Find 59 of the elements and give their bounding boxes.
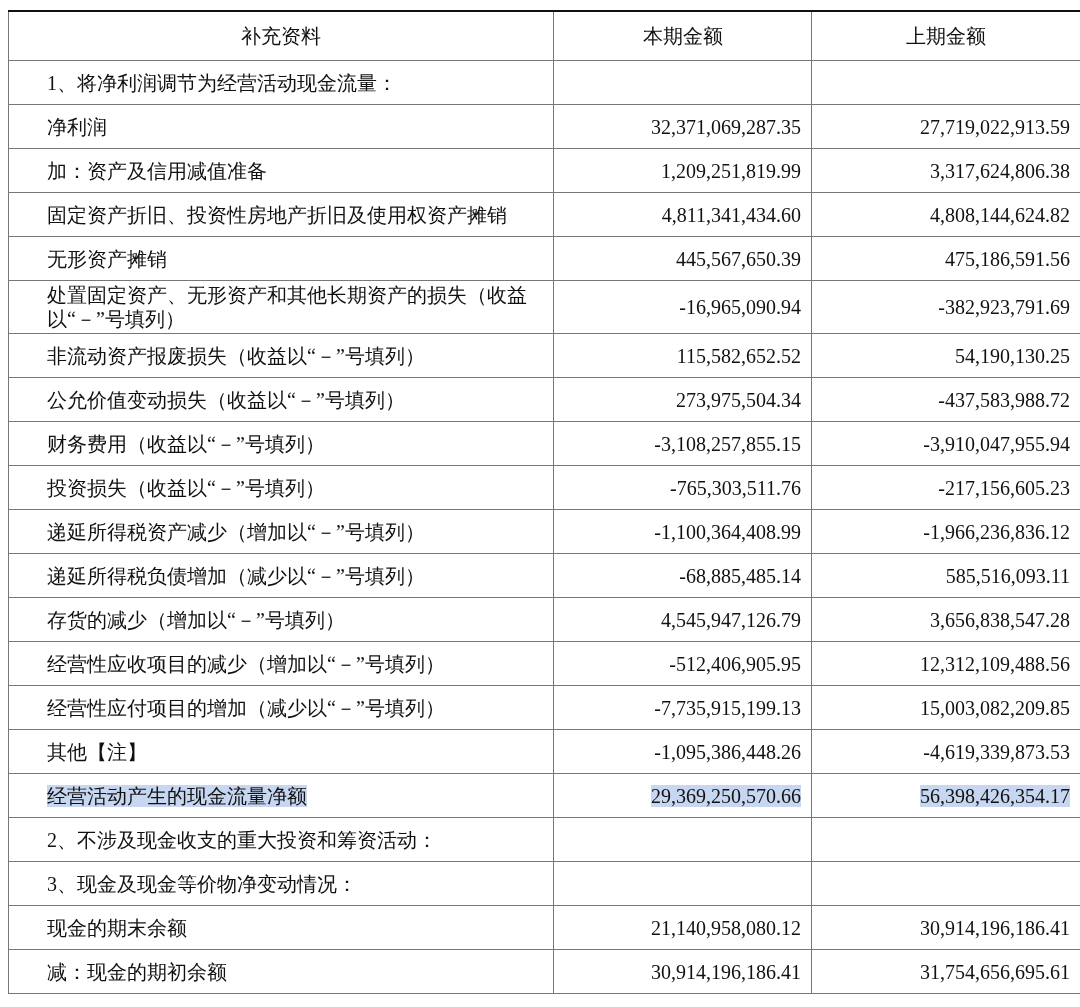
item-text: 非流动资产报废损失（收益以“－”号填列） <box>47 344 425 367</box>
amount-text: -382,923,791.69 <box>938 296 1070 318</box>
amount-text: 12,312,109,488.56 <box>920 652 1070 675</box>
amount-text: -7,735,915,199.13 <box>654 696 801 719</box>
amount-text: 4,811,341,434.60 <box>661 203 801 226</box>
amount-text: 56,398,426,354.17 <box>920 784 1070 807</box>
amount-text: 31,754,656,695.61 <box>920 960 1070 983</box>
item-text: 处置固定资产、无形资产和其他长期资产的损失（收益以“－”号填列） <box>47 284 527 330</box>
amount-text: 27,719,022,913.59 <box>920 115 1070 138</box>
column-header: 本期金额 <box>553 11 812 61</box>
item-text: 加：资产及信用减值准备 <box>47 159 267 182</box>
column-header: 补充资料 <box>8 11 554 61</box>
item-text: 经营性应付项目的增加（减少以“－”号填列） <box>47 696 445 719</box>
item-text: 财务费用（收益以“－”号填列） <box>47 432 325 455</box>
item-text: 净利润 <box>47 115 107 138</box>
item-text: 3、现金及现金等价物净变动情况： <box>47 872 357 895</box>
item-text: 无形资产摊销 <box>47 247 167 270</box>
amount-text: 1,209,251,819.99 <box>661 159 801 182</box>
amount-text: 273,975,504.34 <box>676 388 801 411</box>
item-text: 经营性应收项目的减少（增加以“－”号填列） <box>47 652 445 675</box>
item-text: 2、不涉及现金收支的重大投资和筹资活动： <box>47 828 437 851</box>
amount-text: -765,303,511.76 <box>670 476 801 499</box>
item-text: 递延所得税负债增加（减少以“－”号填列） <box>47 564 425 587</box>
item-text: 公允价值变动损失（收益以“－”号填列） <box>47 388 405 411</box>
amount-text: -1,095,386,448.26 <box>654 740 801 763</box>
amount-text: -437,583,988.72 <box>938 388 1070 411</box>
item-text: 现金的期末余额 <box>47 916 187 939</box>
amount-text: 32,371,069,287.35 <box>651 115 801 138</box>
item-text: 固定资产折旧、投资性房地产折旧及使用权资产摊销 <box>47 203 507 226</box>
amount-text: 29,369,250,570.66 <box>651 784 801 807</box>
amount-text: 15,003,082,209.85 <box>920 696 1070 719</box>
amount-text: 4,808,144,624.82 <box>930 203 1070 226</box>
item-text: 投资损失（收益以“－”号填列） <box>47 476 325 499</box>
amount-text: -512,406,905.95 <box>669 652 801 675</box>
amount-text: -3,910,047,955.94 <box>923 432 1070 455</box>
amount-text: 21,140,958,080.12 <box>651 916 801 939</box>
amount-text: -1,100,364,408.99 <box>654 520 801 543</box>
item-text: 减：现金的期初余额 <box>47 960 227 983</box>
amount-text: 30,914,196,186.41 <box>920 916 1070 939</box>
amount-text: 445,567,650.39 <box>676 247 801 270</box>
item-text: 经营活动产生的现金流量净额 <box>47 784 307 807</box>
item-text: 递延所得税资产减少（增加以“－”号填列） <box>47 520 425 543</box>
amount-text: -16,965,090.94 <box>679 296 801 318</box>
amount-text: -3,108,257,855.15 <box>654 432 801 455</box>
amount-text: 30,914,196,186.41 <box>651 960 801 983</box>
amount-text: -68,885,485.14 <box>679 564 801 587</box>
amount-text: 3,317,624,806.38 <box>930 159 1070 182</box>
amount-text: -1,966,236,836.12 <box>923 520 1070 543</box>
amount-text: 4,545,947,126.79 <box>661 608 801 631</box>
item-text: 其他【注】 <box>47 740 147 763</box>
item-text: 1、将净利润调节为经营活动现金流量： <box>47 71 397 94</box>
item-text: 存货的减少（增加以“－”号填列） <box>47 608 345 631</box>
amount-text: 54,190,130.25 <box>955 344 1070 367</box>
amount-text: -217,156,605.23 <box>938 476 1070 499</box>
amount-text: -4,619,339,873.53 <box>923 740 1070 763</box>
amount-text: 585,516,093.11 <box>945 564 1070 587</box>
amount-text: 115,582,652.52 <box>676 344 801 367</box>
amount-text: 3,656,838,547.28 <box>930 608 1070 631</box>
amount-text: 475,186,591.56 <box>945 247 1070 270</box>
